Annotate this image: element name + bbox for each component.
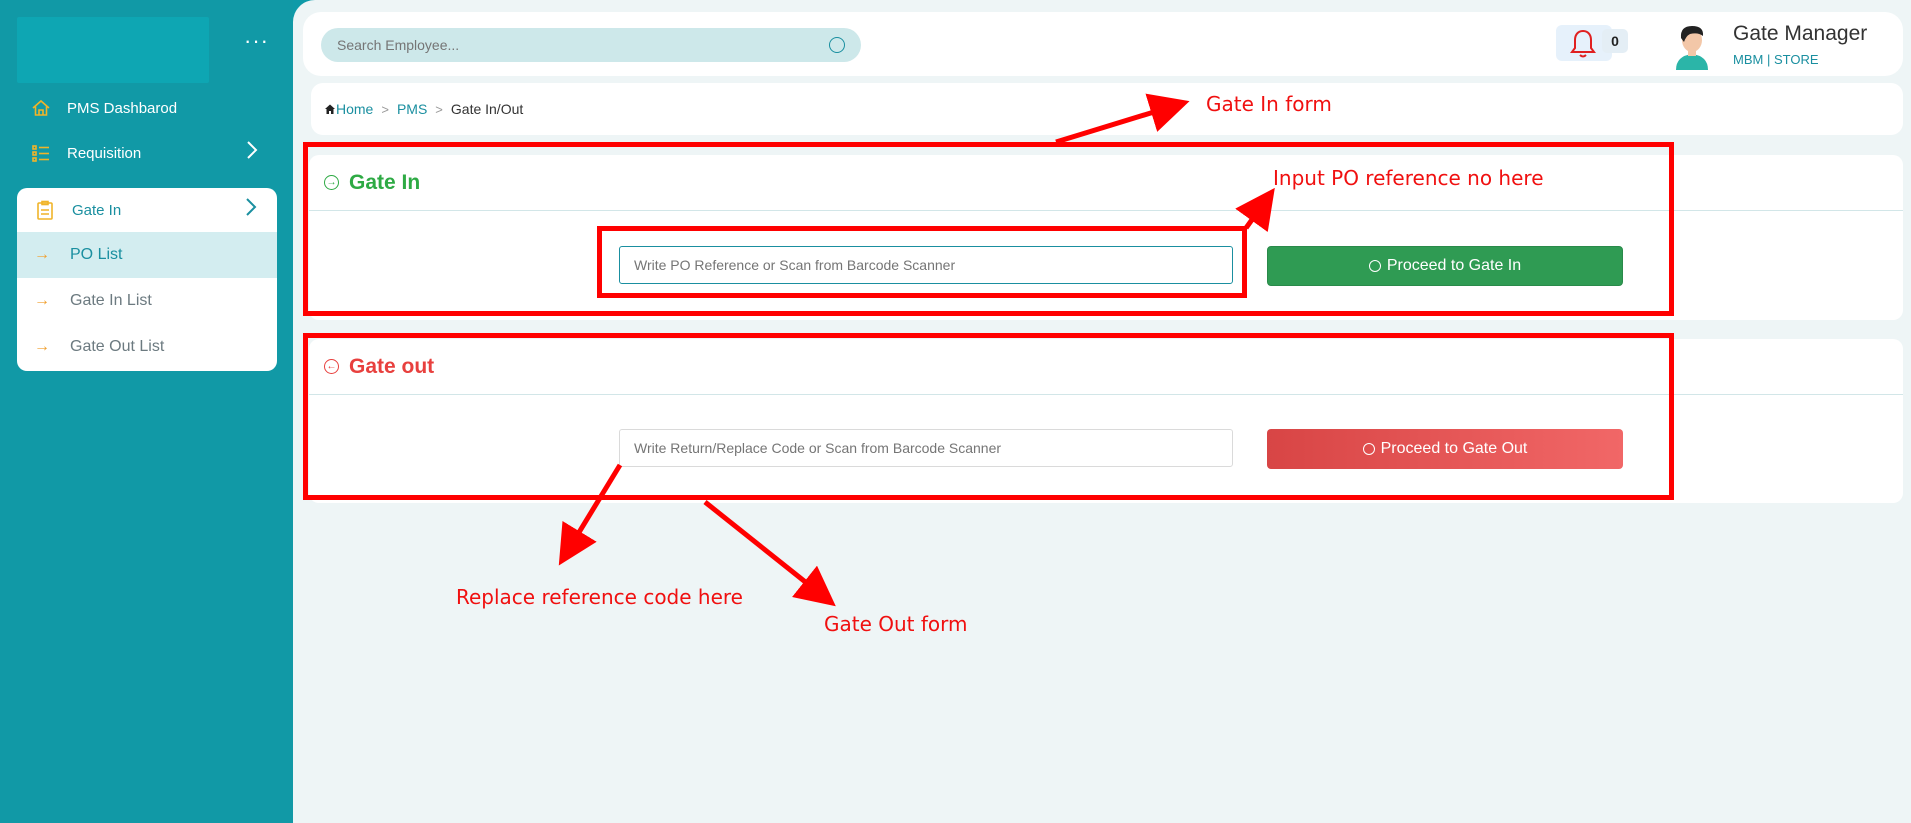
- annotation-replace-code: Replace reference code here: [456, 585, 743, 609]
- breadcrumb: Home > PMS > Gate In/Out: [311, 83, 1903, 135]
- po-input-highlight-box: [597, 226, 1247, 298]
- sidebar-item-label: Requisition: [67, 144, 142, 162]
- annotation-gate-in-form: Gate In form: [1206, 92, 1332, 116]
- user-org: MBM: [1733, 52, 1764, 67]
- bell-icon[interactable]: [1568, 28, 1598, 60]
- sidebar-item-requisition[interactable]: Requisition: [30, 138, 280, 168]
- notification-count: 0: [1602, 29, 1628, 53]
- chevron-right-icon: [246, 140, 258, 166]
- breadcrumb-pms[interactable]: PMS: [397, 101, 427, 117]
- gate-out-highlight-box: [303, 333, 1674, 500]
- breadcrumb-current: Gate In/Out: [450, 101, 524, 117]
- gate-in-submenu: Gate In → PO List → Gate In List → Gate …: [17, 188, 277, 371]
- chevron-right-icon: >: [381, 101, 389, 117]
- annotation-gate-out-form: Gate Out form: [824, 612, 968, 636]
- user-search-icon[interactable]: [829, 37, 845, 53]
- user-org-info: MBM | STORE: [1733, 52, 1819, 67]
- sidebar-item-gate-in-list[interactable]: → Gate In List: [17, 278, 277, 324]
- sidebar-item-label: PO List: [70, 246, 123, 263]
- clipboard-icon: [34, 199, 56, 221]
- sidebar-item-label: Gate In: [72, 201, 122, 219]
- logo: [17, 17, 209, 83]
- search-input[interactable]: [337, 37, 829, 53]
- sidebar-item-gate-in[interactable]: Gate In: [17, 188, 277, 232]
- chevron-right-icon: >: [435, 101, 443, 117]
- sidebar-item-label: PMS Dashbarod: [67, 99, 178, 117]
- arrow-right-icon: →: [34, 292, 50, 309]
- sidebar-item-gate-out-list[interactable]: → Gate Out List: [17, 324, 277, 370]
- search-bar: [321, 28, 861, 62]
- sidebar-item-po-list[interactable]: → PO List: [17, 232, 277, 278]
- avatar[interactable]: [1668, 20, 1716, 70]
- sidebar-item-pms-dashboard[interactable]: PMS Dashbarod: [30, 93, 280, 123]
- arrow-right-icon: →: [34, 338, 50, 355]
- sidebar: ··· PMS Dashbarod Requisition Gate In → …: [0, 0, 293, 823]
- annotation-input-po: Input PO reference no here: [1273, 166, 1544, 190]
- top-bar: 0 Gate Manager MBM | STORE: [303, 12, 1903, 76]
- more-icon[interactable]: ···: [244, 30, 269, 52]
- arrow-right-icon: →: [34, 246, 50, 263]
- list-icon: [30, 142, 52, 164]
- user-name: Gate Manager: [1733, 22, 1868, 45]
- home-icon: [30, 97, 52, 119]
- breadcrumb-home-label: Home: [336, 101, 374, 117]
- chevron-right-icon: [245, 197, 257, 223]
- home-icon: [325, 104, 335, 114]
- notification-area[interactable]: 0: [1556, 25, 1628, 63]
- user-dept: | STORE: [1766, 52, 1819, 67]
- sidebar-item-label: Gate In List: [70, 292, 152, 309]
- sidebar-item-label: Gate Out List: [70, 338, 165, 355]
- breadcrumb-home[interactable]: Home: [324, 101, 373, 117]
